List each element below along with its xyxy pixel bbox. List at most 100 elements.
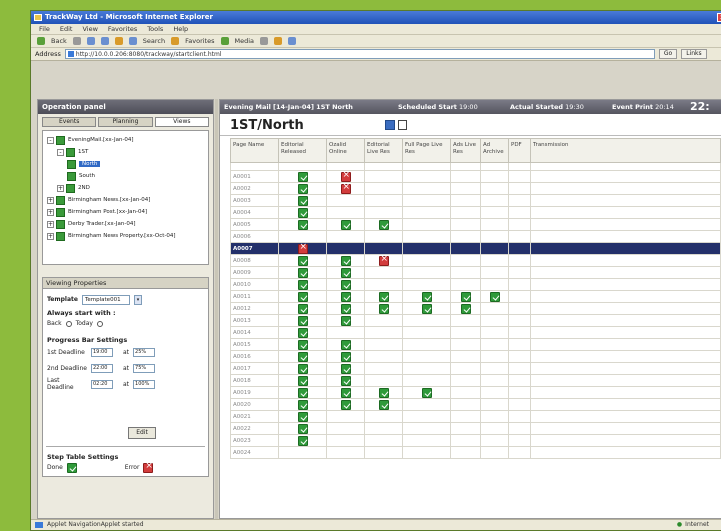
check-done-icon[interactable] xyxy=(297,255,308,266)
search-icon[interactable] xyxy=(128,37,137,45)
table-row[interactable]: A0023 xyxy=(230,434,721,447)
check-done-icon[interactable] xyxy=(340,375,351,386)
error-icon[interactable] xyxy=(378,254,389,266)
table-row[interactable]: A0004 xyxy=(230,206,721,219)
tab-planning[interactable]: Planning xyxy=(98,117,153,127)
check-done-icon[interactable] xyxy=(297,171,308,182)
check-done-icon[interactable] xyxy=(340,315,351,326)
table-row[interactable]: A0012 xyxy=(230,302,721,315)
expand-icon[interactable]: + xyxy=(47,208,54,216)
check-done-icon[interactable] xyxy=(460,303,471,314)
error-icon[interactable] xyxy=(340,182,351,194)
deadline-percent-input[interactable]: 100% xyxy=(133,379,156,389)
table-row[interactable]: A0022 xyxy=(230,422,721,435)
error-color-swatch[interactable] xyxy=(143,461,154,473)
address-input[interactable]: http://10.0.0.206:8080/trackway/startcli… xyxy=(64,49,655,59)
check-done-icon[interactable] xyxy=(297,435,308,446)
menu-item[interactable]: Help xyxy=(173,24,188,34)
table-row[interactable]: A0010 xyxy=(230,278,721,291)
table-row[interactable]: A0024 xyxy=(230,446,721,459)
check-done-icon[interactable] xyxy=(340,255,351,266)
table-row[interactable]: A0003 xyxy=(230,194,721,207)
favorites-button[interactable]: Favorites xyxy=(185,37,214,45)
check-done-icon[interactable] xyxy=(297,207,308,218)
tab-views[interactable]: Views xyxy=(154,117,209,127)
page-view-icon[interactable] xyxy=(398,120,407,130)
table-row[interactable]: A0019 xyxy=(230,386,721,399)
table-row[interactable]: A0002 xyxy=(230,182,721,195)
table-row[interactable]: A0020 xyxy=(230,398,721,411)
menu-item[interactable]: File xyxy=(39,24,50,34)
done-color-swatch[interactable] xyxy=(66,462,77,473)
collapse-icon[interactable]: - xyxy=(57,148,64,156)
check-done-icon[interactable] xyxy=(340,387,351,398)
deadline-time-input[interactable]: 22:00 xyxy=(91,363,113,373)
column-header[interactable]: Transmission xyxy=(530,138,721,163)
menu-item[interactable]: Favorites xyxy=(108,24,137,34)
panel-splitter[interactable] xyxy=(215,99,218,519)
check-done-icon[interactable] xyxy=(297,183,308,194)
check-done-icon[interactable] xyxy=(340,267,351,278)
tree-node[interactable]: North xyxy=(43,158,208,170)
expand-icon[interactable]: + xyxy=(47,196,54,204)
tree-node[interactable]: + Birmingham News Property.[xx-Oct-04] xyxy=(43,230,208,242)
table-row[interactable]: A0016 xyxy=(230,350,721,363)
edit-button[interactable]: Edit xyxy=(128,427,156,439)
print-icon[interactable] xyxy=(288,37,297,45)
check-done-icon[interactable] xyxy=(421,303,432,314)
links-button[interactable]: Links xyxy=(681,49,707,59)
deadline-percent-input[interactable]: 75% xyxy=(133,363,156,373)
check-done-icon[interactable] xyxy=(421,387,432,398)
column-header[interactable]: Page Name xyxy=(230,138,279,163)
favorites-icon[interactable] xyxy=(171,37,180,45)
check-done-icon[interactable] xyxy=(297,279,308,290)
table-row[interactable]: A0013 xyxy=(230,314,721,327)
menu-item[interactable]: Edit xyxy=(60,24,73,34)
table-row[interactable] xyxy=(230,162,721,171)
check-done-icon[interactable] xyxy=(340,339,351,350)
tree-node[interactable]: + Birmingham News.[xx-Jan-04] xyxy=(43,194,208,206)
check-done-icon[interactable] xyxy=(460,291,471,302)
media-button[interactable]: Media xyxy=(235,37,255,45)
radio-today[interactable] xyxy=(96,320,103,327)
table-row[interactable]: A0005 xyxy=(230,218,721,231)
check-done-icon[interactable] xyxy=(378,219,389,230)
check-done-icon[interactable] xyxy=(297,303,308,314)
check-done-icon[interactable] xyxy=(340,291,351,302)
expand-icon[interactable]: + xyxy=(57,184,64,192)
check-done-icon[interactable] xyxy=(297,195,308,206)
check-done-icon[interactable] xyxy=(297,351,308,362)
close-window-icon[interactable]: x xyxy=(717,13,721,22)
menu-item[interactable]: View xyxy=(82,24,97,34)
tree-node[interactable]: - EveningMail.[xx-Jan-04] xyxy=(43,134,208,146)
check-done-icon[interactable] xyxy=(297,219,308,230)
tree-node[interactable]: +2ND xyxy=(43,182,208,194)
check-done-icon[interactable] xyxy=(340,351,351,362)
mail-icon[interactable] xyxy=(274,37,283,45)
table-row[interactable]: A0017 xyxy=(230,362,721,375)
column-header[interactable]: PDF xyxy=(508,138,531,163)
template-select[interactable]: Template001 xyxy=(81,294,130,305)
go-button[interactable]: Go xyxy=(658,49,678,59)
column-header[interactable]: Ad Archive xyxy=(480,138,509,163)
tree-node[interactable]: - 1ST xyxy=(43,146,208,158)
column-header[interactable]: Full Page Live Res xyxy=(402,138,451,163)
column-header[interactable]: Editorial Released xyxy=(278,138,327,163)
check-done-icon[interactable] xyxy=(489,291,500,302)
forward-icon[interactable] xyxy=(72,37,81,45)
check-done-icon[interactable] xyxy=(340,219,351,230)
chevron-down-icon[interactable]: ▾ xyxy=(133,294,142,305)
check-done-icon[interactable] xyxy=(297,327,308,338)
check-done-icon[interactable] xyxy=(297,315,308,326)
table-row[interactable]: A0009 xyxy=(230,266,721,279)
back-icon[interactable] xyxy=(37,37,45,45)
grid-view-icon[interactable] xyxy=(385,120,395,130)
collapse-icon[interactable]: - xyxy=(47,136,54,144)
stop-icon[interactable] xyxy=(86,37,95,45)
error-icon[interactable] xyxy=(297,242,308,254)
table-row[interactable]: A0008 xyxy=(230,254,721,267)
tree-node[interactable]: + Derby Trader.[xx-Jan-04] xyxy=(43,218,208,230)
table-row[interactable]: A0011 xyxy=(230,290,721,303)
table-row[interactable]: A0021 xyxy=(230,410,721,423)
check-done-icon[interactable] xyxy=(297,387,308,398)
